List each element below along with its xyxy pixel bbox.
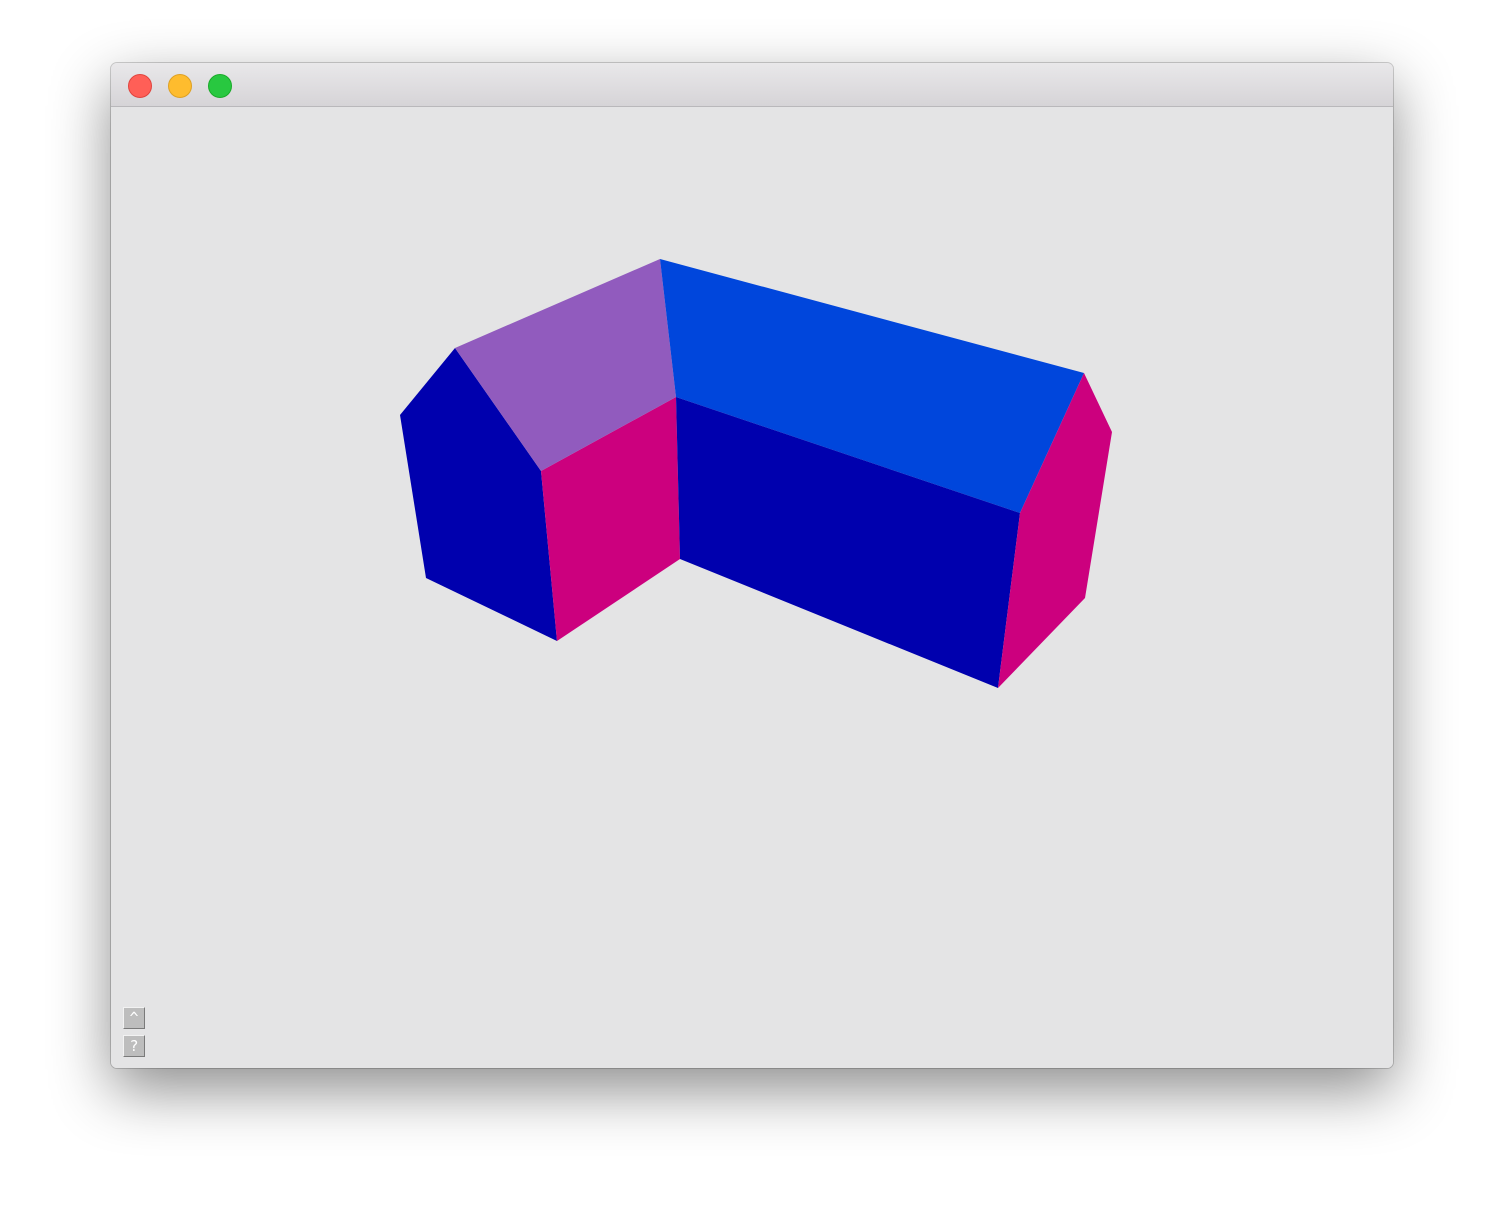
scene-svg[interactable] bbox=[111, 107, 1393, 1068]
app-window: ^ ? bbox=[111, 63, 1393, 1068]
help-button[interactable]: ? bbox=[123, 1035, 145, 1057]
close-window-button[interactable] bbox=[128, 74, 152, 98]
title-bar[interactable] bbox=[111, 63, 1393, 107]
up-arrow-button[interactable]: ^ bbox=[123, 1007, 145, 1029]
minimize-window-button[interactable] bbox=[168, 74, 192, 98]
zoom-window-button[interactable] bbox=[208, 74, 232, 98]
render-canvas[interactable]: ^ ? bbox=[111, 107, 1393, 1068]
